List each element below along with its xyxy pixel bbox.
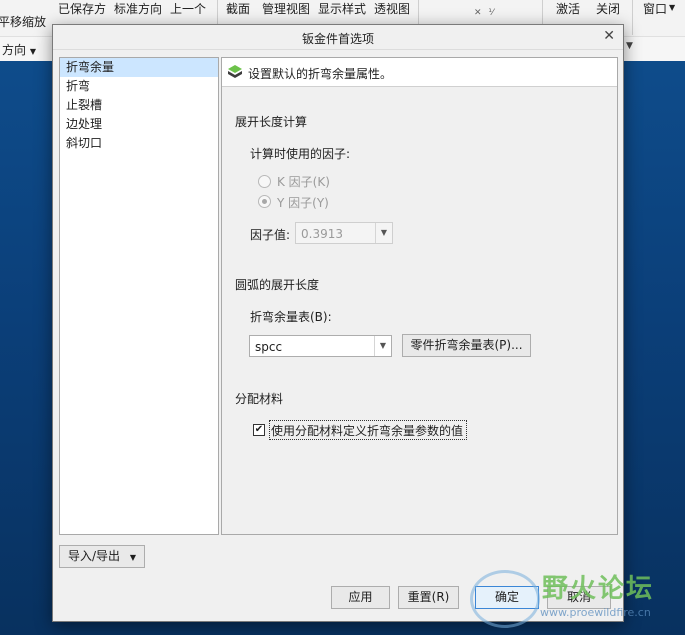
k-factor-label: K 因子(K) xyxy=(277,175,330,189)
category-bend[interactable]: 折弯 xyxy=(60,77,218,96)
chevron-down-icon: ▼ xyxy=(129,553,137,562)
ribbon-separator xyxy=(632,0,633,35)
ribbon-activate[interactable]: 激活 xyxy=(556,0,580,17)
factor-value: 0.3913 xyxy=(301,227,343,241)
watermark-text: 野火论坛 xyxy=(542,574,655,604)
chevron-down-icon[interactable]: ▼ xyxy=(626,41,633,51)
category-bend-allowance[interactable]: 折弯余量 xyxy=(60,58,218,77)
y-factor-radio[interactable] xyxy=(258,195,271,208)
ribbon-window-dropdown-icon[interactable]: ▼ xyxy=(669,3,675,12)
k-factor-radio[interactable] xyxy=(258,175,271,188)
ribbon-section[interactable]: 截面 xyxy=(226,0,250,17)
radio-selected-dot xyxy=(262,199,267,204)
import-export-label: 导入/导出 xyxy=(67,549,121,563)
reset-button[interactable]: 重置(R) xyxy=(398,586,459,609)
chevron-down-icon[interactable]: ▼ xyxy=(375,223,392,243)
category-corner-relief[interactable]: 斜切口 xyxy=(60,134,218,153)
factor-value-label: 因子值: xyxy=(250,228,291,242)
panel-description: 设置默认的折弯余量属性。 xyxy=(248,67,393,81)
ribbon-orientation-group[interactable]: 方向 ▼ xyxy=(2,41,36,58)
part-bend-table-button[interactable]: 零件折弯余量表(P)... xyxy=(402,334,531,357)
category-relief[interactable]: 止裂槽 xyxy=(60,96,218,115)
dialog-titlebar[interactable]: 钣金件首选项 ✕ xyxy=(53,25,623,50)
watermark-url: www.proewildfire.cn xyxy=(540,606,651,619)
chevron-down-icon: ▼ xyxy=(29,47,36,56)
ribbon-display-style[interactable]: 显示样式 xyxy=(318,0,366,17)
section-arc-flat-length-title: 圆弧的展开长度 xyxy=(235,278,320,292)
watermark-logo xyxy=(470,570,540,628)
bend-table-label: 折弯余量表(B): xyxy=(250,310,332,324)
section-assign-material-title: 分配材料 xyxy=(235,392,284,406)
sheetmetal-icon xyxy=(228,65,242,78)
ribbon-standard-orientation[interactable]: 标准方向 xyxy=(114,0,162,17)
use-material-label[interactable]: 使用分配材料定义折弯余量参数的值 xyxy=(271,422,463,439)
chevron-down-icon[interactable]: ▼ xyxy=(374,336,391,356)
ribbon-previous[interactable]: 上一个 xyxy=(170,0,206,17)
category-list: 折弯余量 折弯 止裂槽 边处理 斜切口 xyxy=(59,57,219,535)
ribbon-pan-zoom[interactable]: 平移缩放 xyxy=(0,13,46,30)
sheetmetal-preferences-dialog: 钣金件首选项 ✕ 折弯余量 折弯 止裂槽 边处理 斜切口 设置默认的折弯余量属性… xyxy=(52,24,624,622)
ribbon-saved-orientation[interactable]: 已保存方 xyxy=(58,0,106,17)
close-icon[interactable]: ✕ xyxy=(603,28,615,44)
category-edge-treatment[interactable]: 边处理 xyxy=(60,115,218,134)
ribbon-window[interactable]: 窗口 xyxy=(643,0,667,17)
section-flat-length-title: 展开长度计算 xyxy=(235,115,308,129)
ribbon-perspective[interactable]: 透视图 xyxy=(374,0,410,17)
ribbon-tool-icons[interactable]: ✕ ⅟ xyxy=(474,8,496,18)
y-factor-label: Y 因子(Y) xyxy=(277,196,329,210)
factor-label: 计算时使用的因子: xyxy=(250,147,351,161)
ribbon-orientation-label: 方向 xyxy=(2,43,27,57)
use-material-checkbox[interactable]: ✔ xyxy=(253,424,265,436)
bend-table-value: spcc xyxy=(255,340,283,354)
import-export-button[interactable]: 导入/导出 ▼ xyxy=(59,545,145,568)
dialog-title: 钣金件首选项 xyxy=(301,32,374,46)
ribbon-manage-views[interactable]: 管理视图 xyxy=(262,0,310,17)
bend-table-combo[interactable]: spcc ▼ xyxy=(249,335,392,357)
panel-header: 设置默认的折弯余量属性。 xyxy=(222,58,617,87)
settings-panel: 设置默认的折弯余量属性。 展开长度计算 计算时使用的因子: K 因子(K) Y … xyxy=(221,57,618,535)
ribbon-close[interactable]: 关闭 xyxy=(596,0,620,17)
apply-button[interactable]: 应用 xyxy=(331,586,390,609)
factor-value-combo[interactable]: 0.3913 ▼ xyxy=(295,222,393,244)
